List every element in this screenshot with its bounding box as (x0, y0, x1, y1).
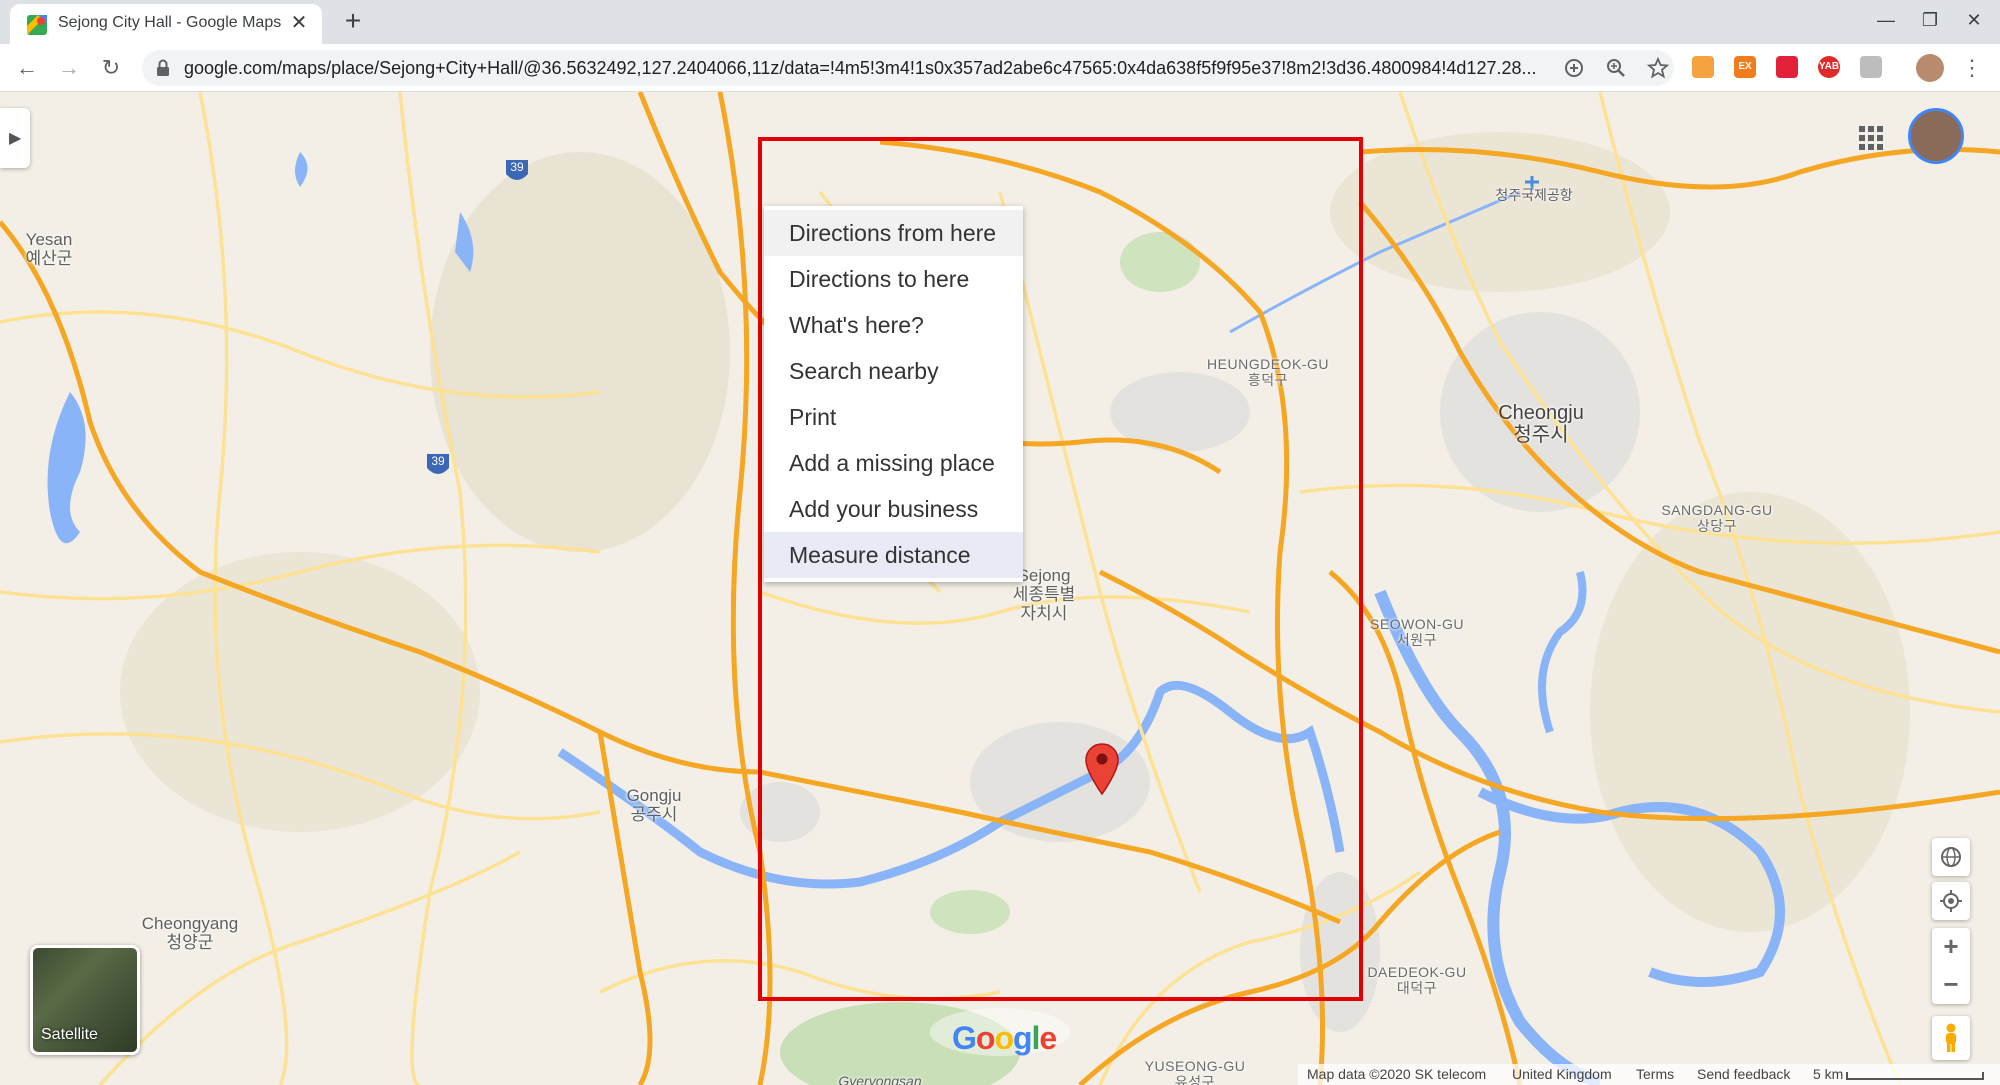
location-pin-icon[interactable] (1084, 742, 1120, 798)
zoom-out-button[interactable]: − (1932, 966, 1970, 1004)
menu-item-whats-here[interactable]: What's here? (764, 302, 1023, 348)
side-panel-toggle[interactable]: ▶ (0, 108, 30, 168)
extension-3-icon[interactable] (1776, 56, 1798, 78)
tab-title: Sejong City Hall - Google Maps (58, 14, 282, 31)
place-label-gongju[interactable]: Gongju 공주시 (614, 786, 694, 824)
google-account-avatar[interactable] (1908, 108, 1964, 164)
zoom-in-button[interactable]: + (1932, 928, 1970, 966)
tab-google-maps[interactable]: Sejong City Hall - Google Maps ✕ (10, 4, 322, 44)
terms-link[interactable]: Terms (1636, 1066, 1674, 1082)
menu-item-measure-distance[interactable]: Measure distance (764, 532, 1023, 578)
new-tab-button[interactable]: + (338, 6, 368, 36)
url-text[interactable]: google.com/maps/place/Sejong+City+Hall/@… (184, 58, 1564, 79)
extension-1-icon[interactable] (1692, 56, 1714, 78)
district-label-yuseong[interactable]: YUSEONG-GU 유성구 (1140, 1058, 1250, 1085)
zoom-controls: + − (1932, 928, 1970, 1004)
region-link[interactable]: United Kingdom (1512, 1066, 1612, 1082)
menu-item-directions-from-here[interactable]: Directions from here (764, 210, 1023, 256)
google-maps-favicon-icon (27, 15, 47, 35)
my-location-icon (1940, 890, 1962, 912)
menu-item-search-nearby[interactable]: Search nearby (764, 348, 1023, 394)
street-view-pegman[interactable] (1932, 1016, 1970, 1060)
place-label-cheongyang[interactable]: Cheongyang 청양군 (130, 914, 250, 952)
browser-toolbar: ← → ↻ google.com/maps/place/Sejong+City+… (0, 44, 2000, 92)
expand-arrow-icon: ▶ (9, 130, 22, 147)
menu-item-print[interactable]: Print (764, 394, 1023, 440)
tab-close-icon[interactable]: ✕ (288, 12, 310, 34)
back-button[interactable]: ← (12, 53, 42, 83)
pegman-icon (1946, 1023, 1956, 1052)
extension-2-icon[interactable]: EX (1734, 56, 1756, 78)
bookmark-star-icon[interactable] (1646, 56, 1670, 80)
menu-item-add-your-business[interactable]: Add your business (764, 486, 1023, 532)
map-data-attribution: Map data ©2020 SK telecom (1307, 1066, 1487, 1082)
route-39-shield: 39 (510, 160, 524, 174)
scale-bar (1846, 1072, 1984, 1080)
forward-button[interactable]: → (54, 53, 84, 83)
window-close-button[interactable]: ✕ (1952, 4, 1996, 36)
place-label-gyeryongsan[interactable]: Gyeryongsan (820, 1072, 940, 1085)
extension-5-icon[interactable] (1860, 56, 1882, 78)
scale-label[interactable]: 5 km (1813, 1066, 1843, 1082)
place-label-yesan[interactable]: Yesan 예산군 (14, 230, 84, 268)
map-footer: Map data ©2020 SK telecom United Kingdom… (1298, 1064, 2000, 1085)
reload-button[interactable]: ↻ (96, 53, 126, 83)
minimize-button[interactable]: — (1864, 4, 1908, 36)
lock-icon (157, 59, 169, 76)
google-logo: Google (952, 1020, 1057, 1056)
zoom-icon[interactable] (1604, 56, 1628, 80)
my-location-button[interactable] (1932, 882, 1970, 920)
menu-item-add-missing-place[interactable]: Add a missing place (764, 440, 1023, 486)
globe-view-button[interactable] (1932, 838, 1970, 876)
restore-button[interactable]: ❐ (1908, 4, 1952, 36)
place-label-cheongju[interactable]: Cheongju 청주시 (1476, 402, 1606, 446)
send-feedback-link[interactable]: Send feedback (1697, 1066, 1790, 1082)
satellite-layer-toggle[interactable]: Satellite (30, 945, 140, 1055)
route-39-shield: 39 (431, 454, 445, 468)
install-icon[interactable] (1562, 56, 1586, 80)
tab-strip: Sejong City Hall - Google Maps ✕ + — ❐ ✕ (0, 0, 2000, 44)
google-apps-icon[interactable] (1857, 124, 1885, 152)
chrome-menu-icon[interactable]: ⋮ (1960, 54, 1984, 82)
extension-4-icon[interactable]: YAB (1818, 56, 1840, 78)
map-canvas[interactable]: 39 39 Yesan 예산군 Cheongju 청주시 HEUNGDEOK-G… (0, 92, 2000, 1085)
place-label-cheongju-airport[interactable]: 청주국제공항 (1486, 186, 1582, 205)
browser-profile-avatar[interactable] (1916, 54, 1944, 82)
globe-icon (1941, 847, 1961, 867)
district-label-seowon[interactable]: SEOWON-GU 서원구 (1362, 616, 1472, 648)
address-bar[interactable]: google.com/maps/place/Sejong+City+Hall/@… (142, 50, 1674, 86)
map-context-menu: Directions from here Directions to here … (764, 206, 1023, 582)
satellite-label: Satellite (41, 1026, 98, 1043)
menu-item-directions-to-here[interactable]: Directions to here (764, 256, 1023, 302)
district-label-daedeok[interactable]: DAEDEOK-GU 대덕구 (1362, 964, 1472, 996)
district-label-sangdang[interactable]: SANGDANG-GU 상당구 (1652, 502, 1782, 534)
